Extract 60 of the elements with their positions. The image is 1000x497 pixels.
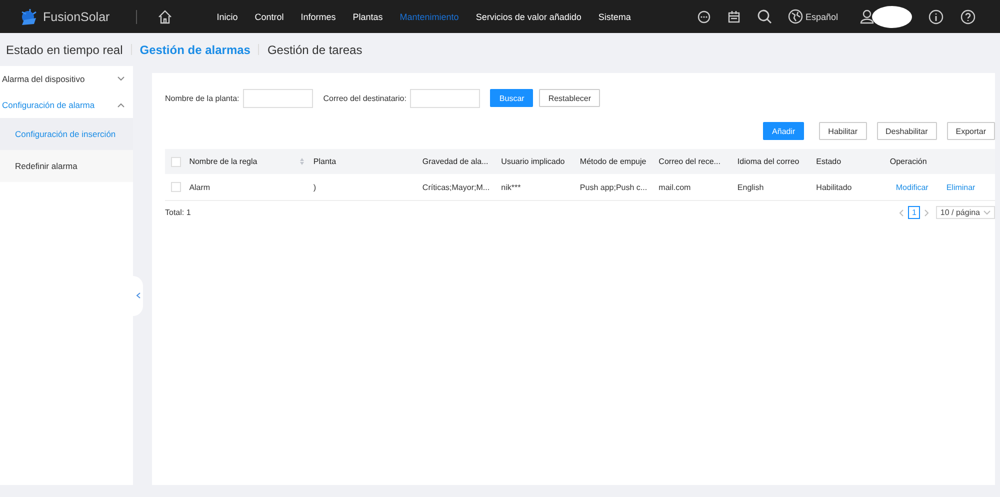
checkbox[interactable]: [171, 156, 181, 166]
table-cell: mail.com: [654, 174, 734, 200]
total-count: Total: 1: [165, 208, 191, 217]
sort-icon[interactable]: [299, 157, 306, 166]
chat-icon[interactable]: [697, 10, 712, 24]
action-button[interactable]: Habilitar: [819, 122, 867, 140]
previous-page-icon[interactable]: [898, 208, 904, 216]
table-cell: Push app;Push c...: [576, 174, 655, 200]
tab[interactable]: Gestión de tareas: [267, 42, 362, 56]
table-cell: English: [733, 174, 812, 200]
calendar-icon[interactable]: [727, 10, 742, 24]
nav-link[interactable]: Servicios de valor añadido: [476, 12, 582, 22]
column-header: Gravedad de ala...: [418, 149, 498, 174]
field-label: Nombre de la planta:: [165, 94, 240, 102]
search-icon[interactable]: [757, 9, 772, 24]
column-header: Correo del rece...: [654, 149, 734, 174]
user-icon[interactable]: [860, 9, 874, 24]
operation-link[interactable]: Eliminar: [946, 182, 976, 192]
info-icon[interactable]: [928, 8, 944, 24]
column-header: Planta: [309, 149, 418, 174]
column-header: Estado: [812, 149, 886, 174]
sidebar-item[interactable]: Redefinir alarma: [0, 150, 133, 182]
nav-link[interactable]: Control: [254, 12, 284, 22]
brand-name: FusionSolar: [43, 10, 110, 24]
chevron-left-icon: [136, 292, 140, 299]
column-header: Idioma del correo: [733, 149, 812, 174]
input-field[interactable]: [410, 88, 480, 108]
column-header: Método de empuje: [576, 149, 655, 174]
reset-button[interactable]: Restablecer: [539, 89, 600, 107]
column-header: Usuario implicado: [497, 149, 576, 174]
language-button[interactable]: Español: [788, 9, 838, 24]
field-label: Correo del destinatario:: [323, 94, 406, 102]
checkbox[interactable]: [171, 182, 181, 192]
table-cell: ): [309, 174, 418, 200]
home-icon[interactable]: [156, 8, 173, 24]
nav-link[interactable]: Informes: [300, 12, 336, 22]
table-cell: Habilitado: [812, 174, 886, 200]
chevron-down-icon: [117, 76, 125, 82]
column-header: Operación: [886, 149, 995, 174]
operation-link[interactable]: Modificar: [896, 182, 928, 192]
table-cell: nik***: [497, 174, 576, 200]
input-field[interactable]: [243, 88, 314, 108]
redaction-mark: [872, 6, 912, 28]
chevron-down-icon: [983, 210, 991, 215]
table-cell: Alarm: [185, 174, 310, 200]
help-icon[interactable]: [960, 8, 976, 24]
page-size-select[interactable]: 10 / página: [936, 206, 995, 219]
tab[interactable]: Estado en tiempo real: [6, 42, 123, 56]
nav-link[interactable]: Sistema: [598, 12, 631, 22]
column-header: Nombre de la regla: [185, 149, 310, 174]
next-page-icon[interactable]: [924, 208, 930, 216]
action-button[interactable]: Deshabilitar: [876, 122, 937, 140]
chevron-up-icon: [117, 102, 125, 108]
nav-link[interactable]: Plantas: [352, 12, 383, 22]
action-button[interactable]: Exportar: [946, 122, 995, 140]
globe-icon: [788, 9, 804, 24]
collapse-handle[interactable]: [133, 276, 143, 316]
table-cell: Críticas;Mayor;M...: [418, 174, 498, 200]
nav-link[interactable]: Mantenimiento: [400, 12, 459, 22]
nav-link[interactable]: Inicio: [216, 12, 238, 22]
